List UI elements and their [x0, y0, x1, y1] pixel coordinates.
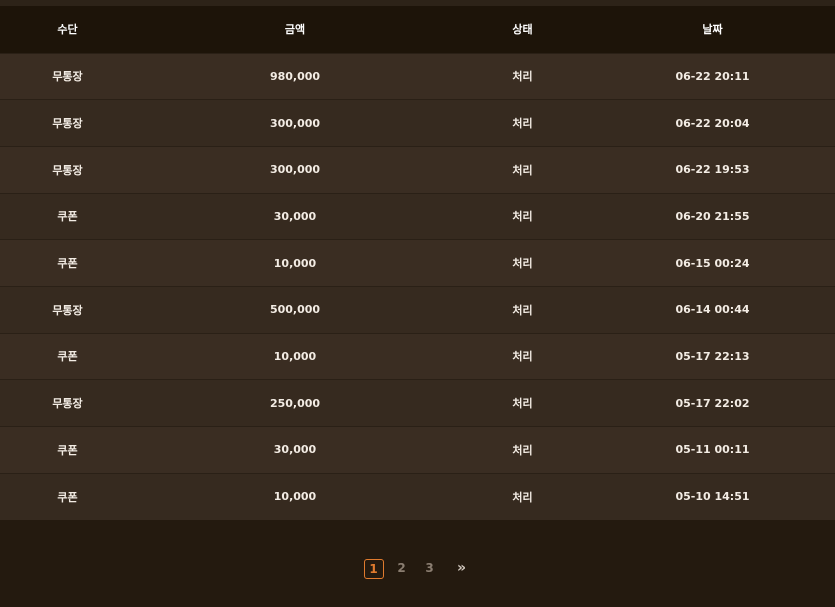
- page-button-3[interactable]: 3: [420, 559, 440, 579]
- cell-date: 05-11 00:11: [675, 443, 750, 457]
- header-row: 수단 금액 상태 날짜: [0, 6, 835, 53]
- column-header-status: 상태: [512, 23, 533, 37]
- cell-status: 처리: [512, 210, 533, 224]
- cell-date: 06-22 20:11: [675, 69, 750, 83]
- cell-date: 06-22 20:04: [675, 116, 750, 130]
- cell-date: 05-17 22:13: [675, 349, 750, 363]
- table-row: 무통장 300,000 처리 06-22 20:04: [0, 99, 835, 147]
- table-row: 쿠폰 10,000 처리 05-17 22:13: [0, 333, 835, 380]
- page-button-1[interactable]: 1: [363, 559, 384, 579]
- cell-amount: 250,000: [269, 396, 321, 410]
- table-row: 무통장 300,000 처리 06-22 19:53: [0, 146, 835, 194]
- cell-method: 무통장: [52, 70, 83, 84]
- table-row: 쿠폰 30,000 처리 06-20 21:55: [0, 193, 835, 240]
- cell-amount: 30,000: [273, 443, 317, 457]
- cell-method: 무통장: [52, 397, 83, 411]
- cell-status: 처리: [512, 397, 533, 411]
- transaction-history-table: 수단 금액 상태 날짜 무통장 980,000 처리 06-22 20:11 무…: [0, 6, 835, 520]
- cell-status: 처리: [512, 117, 533, 131]
- cell-status: 처리: [512, 163, 533, 177]
- cell-status: 처리: [512, 70, 533, 84]
- cell-status: 처리: [512, 443, 533, 457]
- column-header-date: 날짜: [702, 23, 723, 37]
- cell-amount: 300,000: [269, 116, 321, 130]
- cell-amount: 500,000: [269, 303, 321, 317]
- column-header-amount: 금액: [284, 23, 306, 37]
- cell-date: 06-20 21:55: [675, 209, 750, 223]
- page-button-2[interactable]: 2: [392, 559, 412, 579]
- cell-date: 05-10 14:51: [675, 490, 750, 504]
- table-row: 쿠폰 10,000 처리 05-10 14:51: [0, 473, 835, 520]
- cell-date: 06-14 00:44: [675, 303, 750, 317]
- cell-date: 06-22 19:53: [675, 163, 750, 177]
- table-row: 쿠폰 10,000 처리 06-15 00:24: [0, 239, 835, 287]
- cell-method: 쿠폰: [57, 490, 78, 504]
- pagination: 1 2 3 »: [0, 555, 835, 583]
- cell-amount: 980,000: [269, 69, 321, 83]
- cell-status: 처리: [512, 257, 533, 271]
- cell-amount: 30,000: [273, 209, 317, 223]
- cell-method: 무통장: [52, 303, 83, 317]
- double-chevron-right-icon[interactable]: »: [452, 559, 472, 579]
- cell-date: 06-15 00:24: [675, 256, 750, 270]
- cell-status: 처리: [512, 303, 533, 317]
- cell-date: 05-17 22:02: [675, 396, 750, 410]
- table-row: 쿠폰 30,000 처리 05-11 00:11: [0, 426, 835, 474]
- cell-method: 쿠폰: [57, 210, 78, 224]
- cell-method: 쿠폰: [57, 443, 78, 457]
- cell-status: 처리: [512, 350, 533, 364]
- cell-method: 무통장: [52, 163, 83, 177]
- table-body: 무통장 980,000 처리 06-22 20:11 무통장 300,000 처…: [0, 53, 835, 520]
- cell-method: 무통장: [52, 117, 83, 131]
- table-row: 무통장 980,000 처리 06-22 20:11: [0, 53, 835, 100]
- cell-amount: 300,000: [269, 163, 321, 177]
- table-row: 무통장 500,000 처리 06-14 00:44: [0, 286, 835, 334]
- cell-amount: 10,000: [273, 349, 317, 363]
- cell-status: 처리: [512, 490, 533, 504]
- table-row: 무통장 250,000 처리 05-17 22:02: [0, 379, 835, 427]
- cell-method: 쿠폰: [57, 257, 78, 271]
- table-header: 수단 금액 상태 날짜: [0, 6, 835, 53]
- cell-amount: 10,000: [273, 256, 317, 270]
- column-header-method: 수단: [57, 23, 78, 37]
- cell-method: 쿠폰: [57, 350, 78, 364]
- cell-amount: 10,000: [273, 490, 317, 504]
